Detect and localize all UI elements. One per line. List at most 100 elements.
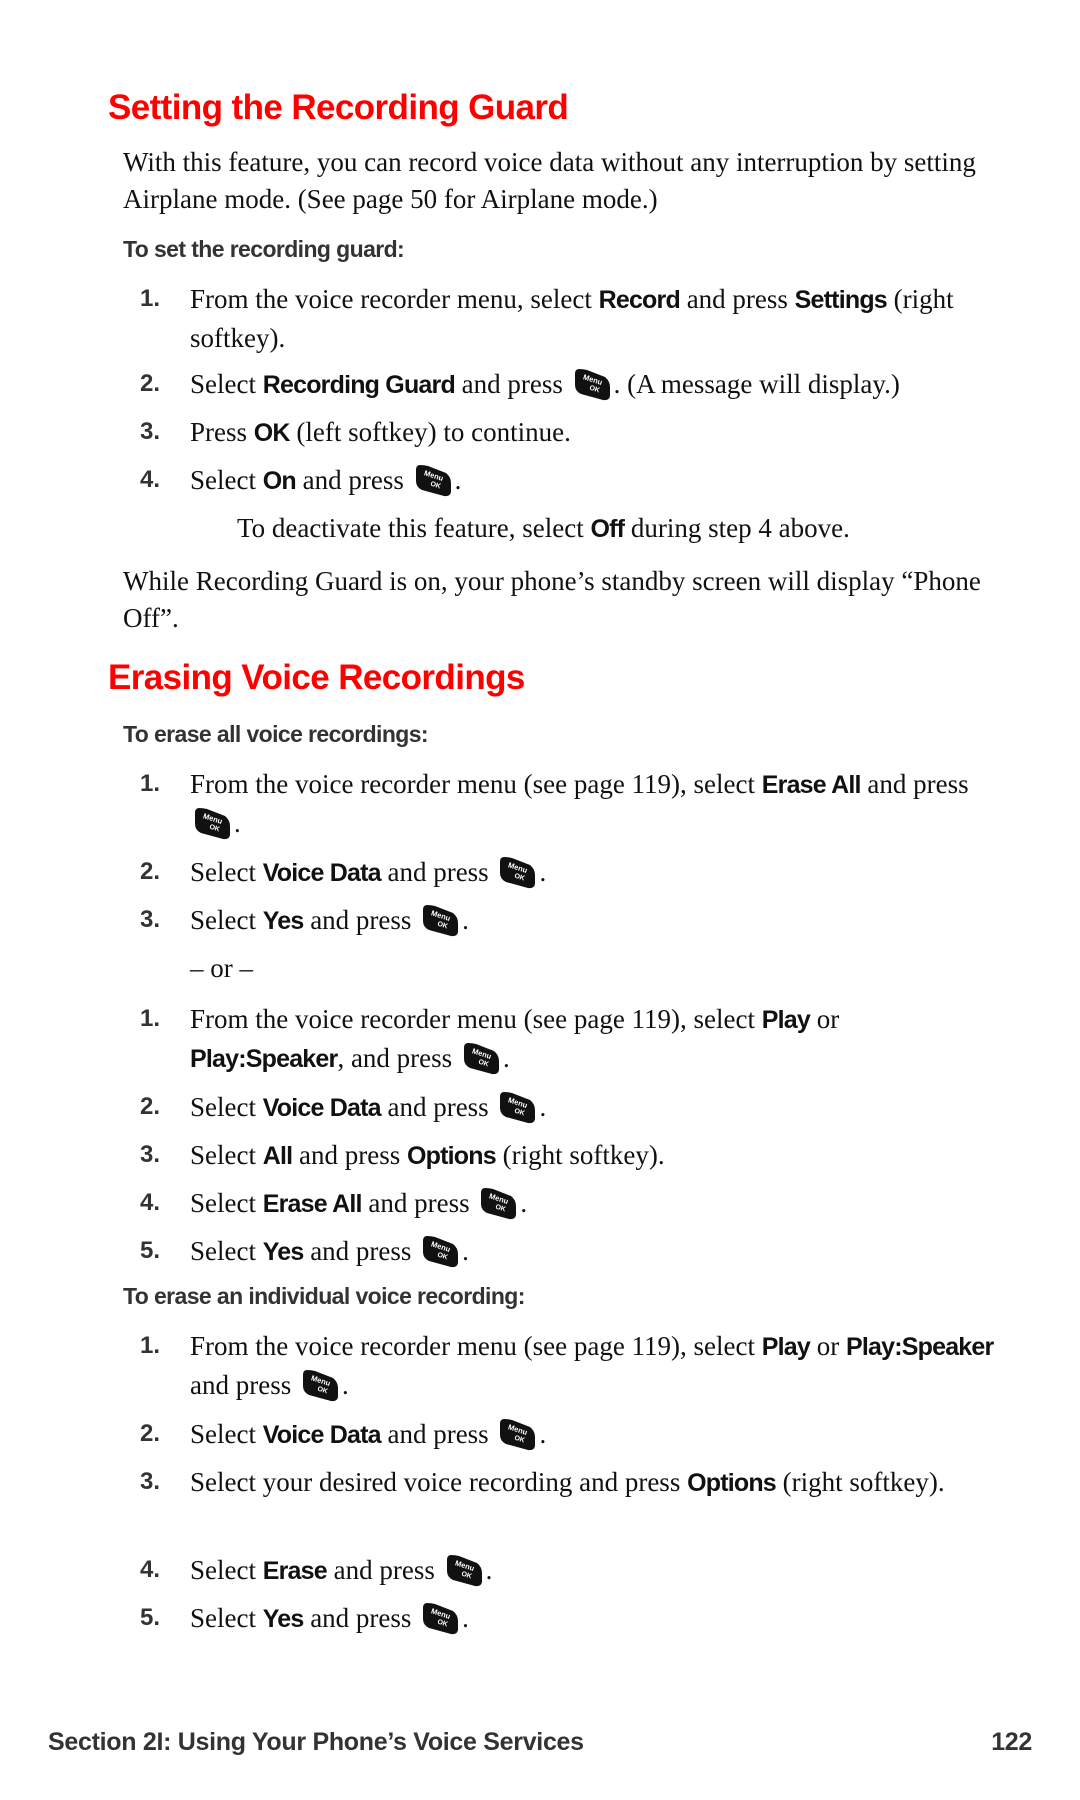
step-text: and press (292, 1140, 408, 1170)
step-text: and press (326, 1555, 442, 1585)
step-number: 2. (140, 370, 161, 397)
step-2: 2. Select Voice Data and press Menu OK. (140, 1088, 1000, 1127)
step-text: and press (679, 284, 795, 314)
step-number: 3. (140, 906, 161, 933)
step-number: 1. (140, 1332, 161, 1359)
step-text: From the voice recorder menu (see page 1… (190, 1331, 762, 1361)
bold-term: Voice Data (262, 1094, 382, 1122)
step-number: 4. (140, 1556, 161, 1583)
bold-term: OK (253, 419, 291, 447)
step-2: 2. Select Voice Data and press Menu OK. (140, 1415, 1000, 1454)
step-text: . (462, 905, 469, 935)
intro-paragraph: With this feature, you can record voice … (123, 147, 976, 214)
menu-ok-key-icon: Menu OK (573, 367, 613, 401)
step-1: 1. From the voice recorder menu, select … (140, 280, 1000, 357)
menu-ok-key-icon: Menu OK (445, 1553, 485, 1587)
bold-term: Options (407, 1142, 497, 1170)
bold-term: Record (598, 286, 681, 314)
step-text: Select (190, 1140, 263, 1170)
step-number: 2. (140, 858, 161, 885)
footer-section-title: Section 2I: Using Your Phone’s Voice Ser… (48, 1728, 584, 1756)
step-text: . (462, 1603, 469, 1633)
bold-term: On (262, 467, 297, 495)
step-text: or (810, 1331, 846, 1361)
step-text: and press (860, 769, 969, 799)
step-3: 3. Select Yes and press Menu OK. (140, 901, 1000, 940)
bold-term: Yes (262, 907, 304, 935)
step-text: and press (380, 1092, 496, 1122)
bold-term: Settings (794, 286, 888, 314)
step-text: Select (190, 465, 263, 495)
menu-ok-key-icon: Menu OK (193, 806, 233, 840)
step-text: Select (190, 1236, 263, 1266)
step-text: or (810, 1004, 840, 1034)
step-text: and press (190, 1370, 298, 1400)
step-1: 1. From the voice recorder menu (see page… (140, 1000, 1000, 1078)
step-text: From the voice recorder menu, select (190, 284, 599, 314)
step-number: 5. (140, 1604, 161, 1631)
menu-ok-key-icon: Menu OK (498, 855, 538, 889)
menu-ok-key-icon: Menu OK (421, 1234, 461, 1268)
subheading-set-guard: To set the recording guard: (123, 236, 405, 262)
page-footer: Section 2I: Using Your Phone’s Voice Ser… (48, 1728, 1032, 1757)
step-text: . (462, 1236, 469, 1266)
step-text: . (539, 1419, 547, 1449)
step-2: 2. Select Recording Guard and press Menu… (140, 365, 1000, 404)
bold-term: Off (590, 515, 625, 543)
step-text: and press (380, 857, 496, 887)
step-text: Select (190, 1419, 263, 1449)
step-number: 2. (140, 1420, 161, 1447)
step-text: From the voice recorder menu (see page 1… (190, 769, 762, 799)
step-text: and press (303, 905, 419, 935)
step-number: 3. (140, 1468, 161, 1495)
bold-term: Erase All (262, 1190, 363, 1218)
menu-ok-key-icon: Menu OK (421, 903, 461, 937)
bold-term: Play:Speaker (190, 1045, 338, 1073)
step-text: , and press (337, 1043, 459, 1073)
step-number: 3. (140, 418, 161, 445)
outro-paragraph: While Recording Guard is on, your phone’… (123, 566, 981, 633)
bold-term: Play:Speaker (846, 1333, 994, 1361)
menu-ok-key-icon: Menu OK (498, 1417, 538, 1451)
step-text: and press (303, 1603, 419, 1633)
page-number: 122 (991, 1728, 1032, 1756)
step-number: 4. (140, 1189, 161, 1216)
bold-term: Play (761, 1006, 811, 1034)
step-text: . (539, 857, 547, 887)
step-number: 3. (140, 1141, 161, 1168)
bold-term: Play (761, 1333, 811, 1361)
step-3: 3. Press OK (left softkey) to continue. (140, 413, 1000, 452)
step-text: Select (190, 1092, 263, 1122)
step-text: and press (454, 369, 570, 399)
step-text: . (454, 465, 462, 495)
step-text: Select (190, 905, 263, 935)
step-text: Select (190, 857, 263, 887)
step-text: Select (190, 1555, 263, 1585)
section-title-recording-guard: Setting the Recording Guard (108, 88, 569, 127)
bold-term: Erase (262, 1557, 328, 1585)
step-text: . (539, 1092, 547, 1122)
step-text: and press (303, 1236, 419, 1266)
step-3: 3. Select your desired voice recording an… (140, 1463, 1000, 1502)
step-text: Select (190, 369, 263, 399)
step-text: Press (190, 417, 254, 447)
step-text: and press (295, 465, 411, 495)
step-text: (right softkey). (495, 1140, 665, 1170)
or-separator: – or – (190, 953, 253, 983)
note-text: To deactivate this feature, select (237, 513, 591, 543)
step-text: Select (190, 1188, 263, 1218)
manual-page: Setting the Recording Guard With this fe… (0, 0, 1080, 1800)
step-text: . (485, 1555, 493, 1585)
bold-term: Options (687, 1469, 777, 1497)
bold-term: All (262, 1142, 293, 1170)
step-5: 5. Select Yes and press Menu OK. (140, 1599, 1000, 1638)
step-text: (left softkey) to continue. (289, 417, 571, 447)
step-4: 4. Select Erase and press Menu OK. (140, 1551, 1000, 1590)
step-4: 4. Select Erase All and press Menu OK. (140, 1184, 1000, 1223)
bold-term: Voice Data (262, 1421, 382, 1449)
step-text: . (A message will display.) (613, 369, 900, 399)
step-text: . (520, 1188, 528, 1218)
menu-ok-key-icon: Menu OK (498, 1090, 538, 1124)
step-number: 2. (140, 1093, 161, 1120)
menu-ok-key-icon: Menu OK (421, 1601, 461, 1635)
